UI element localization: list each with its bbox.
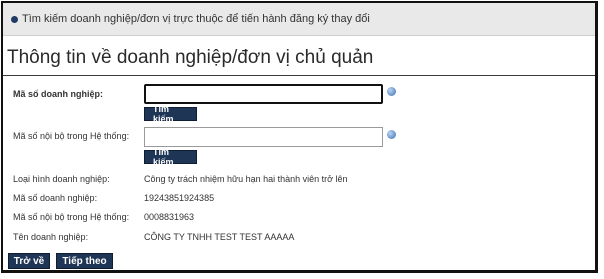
enterprise-name-value: CÔNG TY TNHH TEST TEST AAAAA [144, 232, 295, 242]
enterprise-code-detail-label: Mã số doanh nghiệp: [13, 193, 98, 203]
enterprise-name-label: Tên doanh nghiệp: [13, 232, 89, 242]
search-enterprise-button[interactable]: Tìm kiếm [144, 104, 197, 124]
breadcrumb-bar: Tìm kiếm doanh nghiệp/đơn vị trực thuộc … [3, 3, 595, 36]
enterprise-type-value: Công ty trách nhiệm hữu hạn hai thành vi… [144, 174, 348, 184]
breadcrumb: Tìm kiếm doanh nghiệp/đơn vị trực thuộc … [22, 13, 370, 25]
internal-code-detail-label: Mã số nội bộ trong Hệ thống: [13, 212, 130, 222]
enterprise-type-label: Loại hình doanh nghiệp: [13, 174, 110, 184]
internal-code-detail-value: 0008831963 [144, 212, 195, 222]
internal-code-label: Mã số nội bộ trong Hệ thống: [13, 131, 130, 141]
page-title: Thông tin về doanh nghiệp/đơn vị chủ quả… [7, 47, 374, 68]
internal-code-input[interactable] [144, 127, 383, 147]
enterprise-code-detail-value: 19243851924385 [144, 193, 215, 203]
enterprise-code-label: Mã số doanh nghiệp: [13, 89, 103, 99]
enterprise-code-input[interactable] [144, 84, 383, 104]
back-button[interactable]: Trở về [8, 253, 50, 269]
search-internal-button[interactable]: Tìm kiếm [144, 147, 197, 167]
help-icon[interactable] [387, 87, 396, 96]
bullet-icon [11, 15, 18, 23]
help-icon[interactable] [387, 130, 396, 139]
next-button[interactable]: Tiếp theo [56, 253, 113, 269]
title-divider [3, 75, 595, 76]
form-panel: Tìm kiếm doanh nghiệp/đơn vị trực thuộc … [1, 1, 598, 273]
